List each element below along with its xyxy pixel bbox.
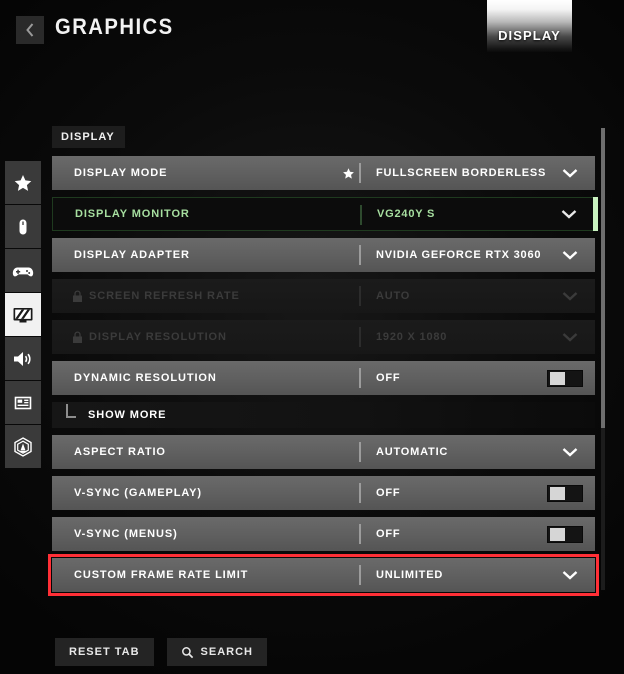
footer-actions: RESET TAB SEARCH (55, 638, 267, 666)
setting-row-value: AUTOMATIC (376, 446, 449, 458)
page-title: GRAPHICS (55, 14, 174, 39)
toggle-switch[interactable] (547, 525, 583, 543)
setting-row[interactable]: DISPLAY ADAPTER NVIDIA GEFORCE RTX 3060 (52, 238, 595, 272)
setting-row-label: V-SYNC (MENUS) (74, 528, 178, 540)
interface-icon (13, 393, 33, 413)
chevron-down-icon (561, 290, 579, 302)
setting-row-value: NVIDIA GEFORCE RTX 3060 (376, 249, 542, 261)
toggle-switch[interactable] (547, 369, 583, 387)
show-more-label: SHOW MORE (88, 409, 167, 421)
setting-row[interactable]: DYNAMIC RESOLUTION OFF (52, 361, 595, 395)
setting-row[interactable]: ASPECT RATIO AUTOMATIC (52, 435, 595, 469)
chevron-down-icon (560, 208, 578, 220)
settings-row-list: DISPLAY MODE FULLSCREEN BORDERLESS DISPLAY… (48, 156, 599, 596)
setting-row-label: DISPLAY MONITOR (75, 208, 190, 220)
chevron-down-icon (561, 249, 579, 261)
setting-row[interactable]: CUSTOM FRAME RATE LIMIT UNLIMITED (48, 554, 599, 596)
toggle-knob (550, 371, 565, 385)
back-button[interactable] (16, 16, 44, 44)
chevron-left-icon (24, 22, 36, 38)
toggle-knob (550, 486, 565, 500)
row-divider (359, 368, 361, 388)
mouse-icon (13, 217, 33, 237)
setting-row[interactable]: DISPLAY MODE FULLSCREEN BORDERLESS (52, 156, 595, 190)
setting-row[interactable]: V-SYNC (MENUS) OFF (52, 517, 595, 551)
reset-tab-button[interactable]: RESET TAB (55, 638, 154, 666)
scrollbar-track[interactable] (601, 128, 605, 590)
chevron-down-icon (561, 569, 579, 581)
toggle-knob (550, 527, 565, 541)
setting-row: SCREEN REFRESH RATE AUTO (52, 279, 595, 313)
section-label: DISPLAY (52, 126, 125, 148)
magnifier-icon (181, 646, 194, 659)
setting-row-value: OFF (376, 487, 401, 499)
sidebar-item-mouse-keyboard[interactable] (5, 205, 41, 248)
chevron-down-icon (561, 331, 579, 343)
setting-row-value: VG240Y S (377, 208, 436, 220)
sidebar-item-telemetry[interactable] (5, 425, 41, 468)
reset-tab-label: RESET TAB (69, 646, 140, 658)
row-divider (359, 442, 361, 462)
setting-row-value: OFF (376, 372, 401, 384)
settings-panel: DISPLAY DISPLAY MODE FULLSCREEN BORDERLES… (48, 126, 600, 599)
tree-connector (66, 404, 76, 418)
setting-row[interactable]: V-SYNC (GAMEPLAY) OFF (52, 476, 595, 510)
setting-row[interactable]: DISPLAY MONITOR VG240Y S (52, 197, 598, 231)
setting-row-label: DISPLAY MODE (74, 167, 168, 179)
setting-row-label: CUSTOM FRAME RATE LIMIT (74, 569, 249, 581)
favorite-star-icon[interactable] (342, 167, 355, 180)
star-icon (13, 173, 33, 193)
setting-row-value: AUTO (376, 290, 411, 302)
sidebar-item-controller[interactable] (5, 249, 41, 292)
setting-row-label: SCREEN REFRESH RATE (89, 290, 240, 302)
scrollbar-thumb[interactable] (601, 128, 605, 428)
telemetry-icon (12, 436, 34, 458)
setting-row-value: FULLSCREEN BORDERLESS (376, 167, 547, 179)
row-divider (359, 163, 361, 183)
show-more-row[interactable]: SHOW MORE (52, 402, 595, 428)
setting-row-value: UNLIMITED (376, 569, 444, 581)
monitor-icon (12, 305, 34, 325)
lock-icon (72, 289, 83, 303)
sidebar-item-favorites[interactable] (5, 161, 41, 204)
sidebar-item-audio[interactable] (5, 337, 41, 380)
sidebar-item-interface[interactable] (5, 381, 41, 424)
graphics-settings-screen: GRAPHICS DISPLAY DISPLAY DISPLAY MODE FU… (0, 0, 624, 674)
lock-icon (72, 330, 83, 344)
setting-row-label: DISPLAY ADAPTER (74, 249, 190, 261)
speaker-icon (12, 349, 34, 369)
search-label: SEARCH (200, 646, 253, 658)
chevron-down-icon (561, 446, 579, 458)
gamepad-icon (12, 261, 34, 281)
sidebar-item-graphics[interactable] (5, 293, 41, 336)
setting-row: DISPLAY RESOLUTION 1920 X 1080 (52, 320, 595, 354)
category-sidebar (5, 161, 41, 469)
row-divider (359, 524, 361, 544)
row-divider (359, 327, 361, 347)
tab-display-label: DISPLAY (498, 28, 561, 43)
setting-row-value: OFF (376, 528, 401, 540)
row-divider (359, 286, 361, 306)
header-bar: GRAPHICS DISPLAY (0, 0, 624, 58)
row-divider (360, 205, 362, 225)
search-button[interactable]: SEARCH (166, 638, 267, 666)
toggle-switch[interactable] (547, 484, 583, 502)
tab-display[interactable]: DISPLAY (487, 0, 572, 52)
setting-row-label: ASPECT RATIO (74, 446, 166, 458)
row-divider (359, 565, 361, 585)
chevron-down-icon (561, 167, 579, 179)
setting-row-label: DYNAMIC RESOLUTION (74, 372, 217, 384)
setting-row-label: DISPLAY RESOLUTION (89, 331, 227, 343)
setting-row-label: V-SYNC (GAMEPLAY) (74, 487, 202, 499)
row-divider (359, 483, 361, 503)
row-divider (359, 245, 361, 265)
setting-row-value: 1920 X 1080 (376, 331, 448, 343)
